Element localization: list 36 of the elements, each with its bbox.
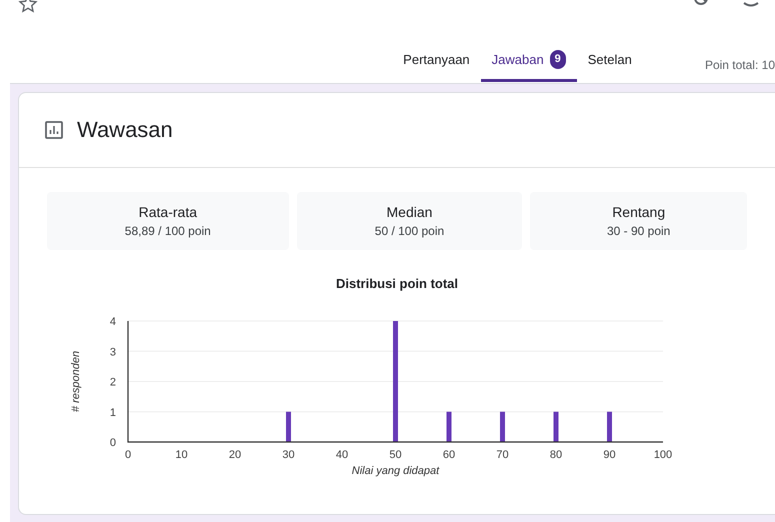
tab[interactable]: Setelan <box>576 39 643 82</box>
y-tick-label: 3 <box>110 346 116 358</box>
y-axis-title: # responden <box>70 350 82 412</box>
x-tick-label: 60 <box>442 449 456 461</box>
x-tick-label: 50 <box>389 449 402 461</box>
bar <box>554 412 558 442</box>
stat-value: 50 / 100 poin <box>374 224 444 238</box>
stat-value: 58,89 / 100 poin <box>124 224 211 238</box>
y-tick-label: 0 <box>110 437 116 449</box>
bar <box>607 412 612 442</box>
stat-value: 30 - 90 poin <box>606 224 670 238</box>
bar <box>446 412 452 442</box>
bar <box>286 412 291 442</box>
bar <box>500 412 505 442</box>
x-tick-label: 30 <box>282 449 295 461</box>
x-tick-label: 70 <box>496 449 509 461</box>
x-tick-label: 90 <box>603 449 616 461</box>
y-tick-label: 1 <box>110 406 116 419</box>
x-tick-label: 40 <box>336 449 348 461</box>
x-tick-label: 0 <box>124 449 132 461</box>
y-tick-label: 4 <box>110 316 116 328</box>
tab[interactable]: Pertanyaan <box>392 39 481 82</box>
x-tick-label: 10 <box>175 449 188 461</box>
x-tick-label: 20 <box>228 449 242 461</box>
card-title: Wawasan <box>77 117 173 143</box>
x-tick-label: 80 <box>550 449 562 461</box>
stat-label: Rentang <box>612 204 666 220</box>
x-tick-label: 100 <box>654 449 672 461</box>
total-points: Poin total: 10 <box>704 58 775 72</box>
y-tick-label: 2 <box>110 376 116 388</box>
stat-label: Median <box>386 204 432 220</box>
bar-chart-icon <box>45 121 63 139</box>
star-icon[interactable] <box>18 0 38 14</box>
x-axis-title: Nilai yang didapat <box>352 465 440 477</box>
stat-label: Rata-rata <box>138 204 197 220</box>
chart-title: Distribusi poin total <box>334 276 460 291</box>
